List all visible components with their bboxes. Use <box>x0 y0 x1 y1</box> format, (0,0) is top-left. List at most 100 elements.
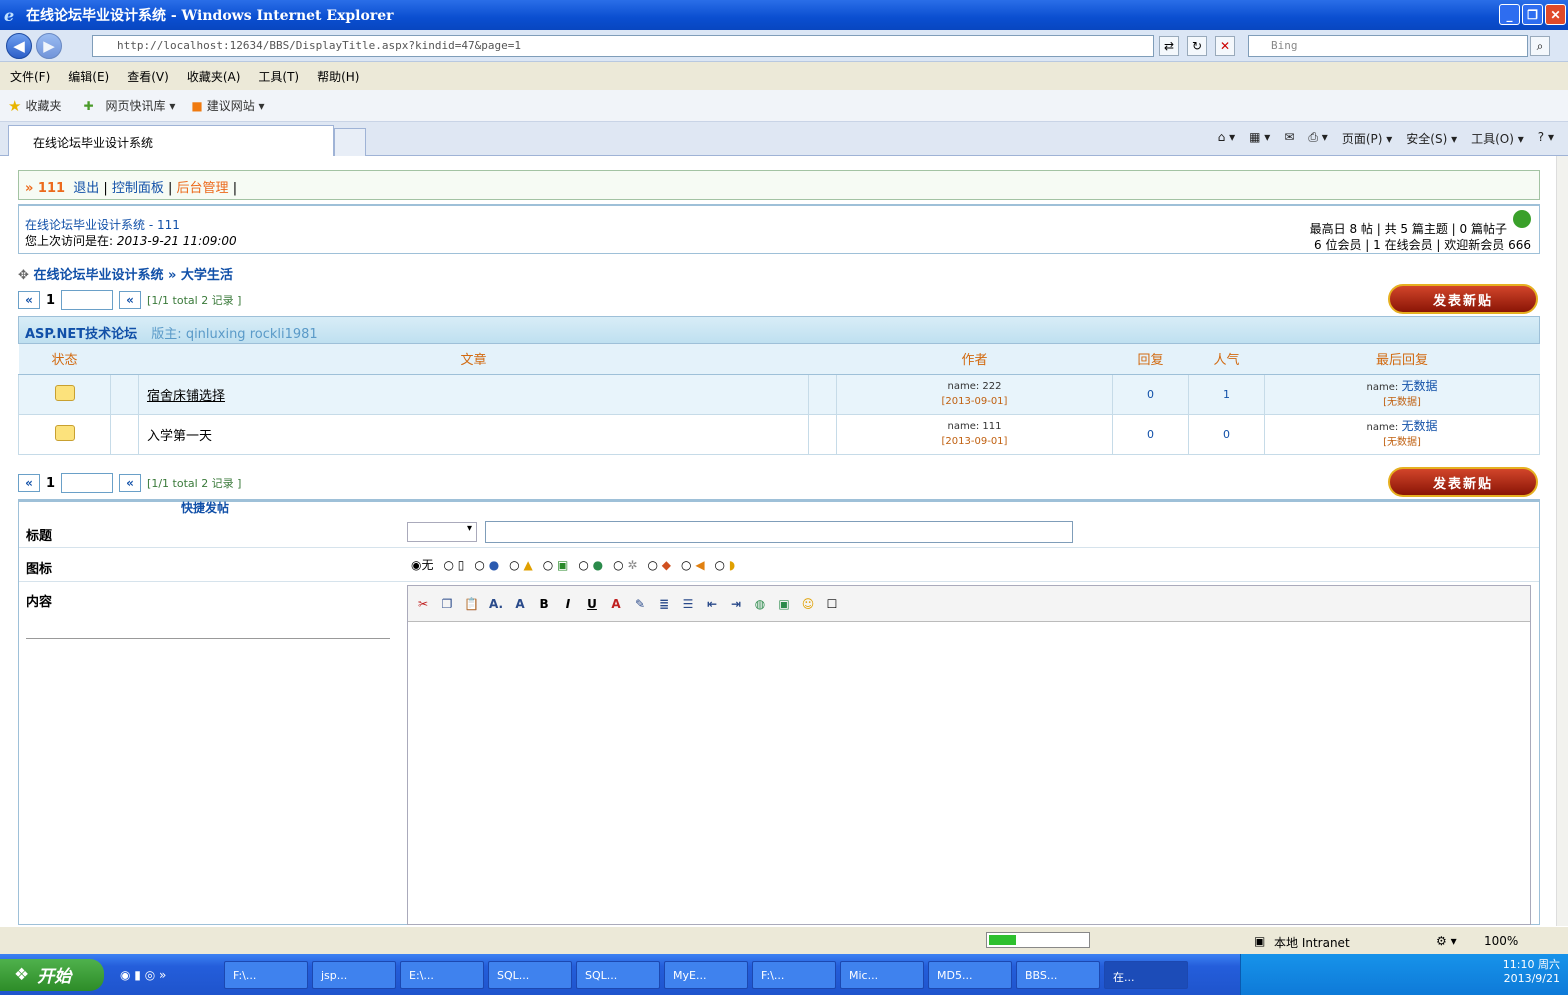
emoticon-icon[interactable]: ☺ <box>801 597 815 611</box>
minimize-button[interactable]: _ <box>1499 4 1520 25</box>
add-favorite-icon[interactable]: ✚ <box>83 99 93 113</box>
cut-icon[interactable]: ✂ <box>416 597 430 611</box>
icon-radio-question[interactable]: ○ ● <box>474 558 499 572</box>
link-icon[interactable]: ◍ <box>753 597 767 611</box>
webslice-link[interactable]: 网页快讯库 ▾ <box>106 97 176 114</box>
align-icon[interactable]: ≣ <box>657 597 671 611</box>
mods-names[interactable]: qinluxing rockli1981 <box>186 327 318 342</box>
restore-button[interactable]: ❐ <box>1522 4 1543 25</box>
print-icon[interactable]: ⎙ ▾ <box>1308 130 1327 147</box>
quick-launch[interactable]: ◉ ▮ ◎ » <box>120 968 220 982</box>
title-type-select[interactable]: ▾ <box>407 522 477 542</box>
suggested-sites-link[interactable]: 建议网站 ▾ <box>207 97 265 114</box>
image-icon[interactable]: ▣ <box>777 597 791 611</box>
underline-icon[interactable]: U <box>585 597 599 611</box>
taskbar-item-active[interactable]: 在... <box>1104 960 1188 989</box>
zoom-level[interactable]: 100% <box>1484 934 1518 948</box>
new-post-button-bottom[interactable]: 发表新贴 <box>1388 467 1538 497</box>
first-page-button[interactable]: « <box>18 291 40 309</box>
taskbar-item[interactable]: SQL... <box>576 960 660 989</box>
crumb-site[interactable]: 在线论坛毕业设计系统 <box>33 268 163 283</box>
feeds-icon[interactable]: ▦ ▾ <box>1249 130 1270 147</box>
taskbar-item[interactable]: SQL... <box>488 960 572 989</box>
font-icon[interactable]: A. <box>489 597 503 611</box>
font-color-icon[interactable]: A <box>609 597 623 611</box>
tools-menu[interactable]: 工具(O) ▾ <box>1471 130 1524 147</box>
safety-menu[interactable]: 安全(S) ▾ <box>1406 130 1457 147</box>
taskbar-item[interactable]: BBS... <box>1016 960 1100 989</box>
url-input[interactable]: http://localhost:12634/BBS/DisplayTitle.… <box>92 35 1154 57</box>
favorites-button[interactable]: 收藏夹 <box>25 97 61 114</box>
site-link[interactable]: 在线论坛毕业设计系统 - 111 <box>25 216 180 233</box>
close-window-button[interactable]: ✕ <box>1545 4 1566 25</box>
font-size-icon[interactable]: A <box>513 597 527 611</box>
taskbar-item[interactable]: Mic... <box>840 960 924 989</box>
new-post-button-top[interactable]: 发表新贴 <box>1388 284 1538 314</box>
menu-tools[interactable]: 工具(T) <box>258 68 299 85</box>
tab-active[interactable]: 在线论坛毕业设计系统 <box>8 125 334 156</box>
menu-file[interactable]: 文件(F) <box>10 68 50 85</box>
icon-radio-image[interactable]: ○ ▣ <box>543 558 569 572</box>
forward-button[interactable]: ▶ <box>36 33 62 59</box>
taskbar-item[interactable]: jsp... <box>312 960 396 989</box>
topic-replies: 0 <box>1112 373 1189 415</box>
source-icon[interactable]: ☐ <box>825 597 839 611</box>
page-scrollbar[interactable] <box>1556 156 1568 926</box>
admin-link[interactable]: 后台管理 <box>177 181 229 196</box>
crumb-section[interactable]: 大学生活 <box>181 268 233 283</box>
copy-icon[interactable]: ❐ <box>440 597 454 611</box>
menu-favorites[interactable]: 收藏夹(A) <box>187 68 241 85</box>
last-reply-link[interactable]: 无数据 <box>1401 379 1437 393</box>
icon-radio-gear[interactable]: ○ ✲ <box>613 558 637 572</box>
icon-radio-none[interactable]: ◉无 <box>411 556 434 573</box>
page-input[interactable] <box>61 290 114 310</box>
search-icon[interactable]: ⌕ <box>1530 36 1550 56</box>
help-icon[interactable]: ? ▾ <box>1538 130 1554 147</box>
search-input[interactable]: Bing <box>1248 35 1528 57</box>
page-menu[interactable]: 页面(P) ▾ <box>1342 130 1392 147</box>
menu-edit[interactable]: 编辑(E) <box>68 68 109 85</box>
paste-icon[interactable]: 📋 <box>464 597 479 611</box>
menu-help[interactable]: 帮助(H) <box>317 68 359 85</box>
logout-link[interactable]: 退出 <box>73 181 99 196</box>
icon-radio-shield[interactable]: ○ ◆ <box>647 558 671 572</box>
page-input[interactable] <box>61 473 114 493</box>
control-panel-link[interactable]: 控制面板 <box>112 181 164 196</box>
icon-radio-speaker[interactable]: ○ ◀ <box>681 558 705 572</box>
icon-radio-warning[interactable]: ○ ▲ <box>509 558 533 572</box>
prev-page-button[interactable]: « <box>119 291 142 309</box>
italic-icon[interactable]: I <box>561 597 575 611</box>
list-icon[interactable]: ☰ <box>681 597 695 611</box>
bold-icon[interactable]: B <box>537 597 551 611</box>
taskbar-item[interactable]: MD5... <box>928 960 1012 989</box>
topic-date: [2013-09-01] <box>941 436 1008 447</box>
first-page-button[interactable]: « <box>18 474 40 492</box>
start-button[interactable]: ❖ 开始 <box>0 958 104 991</box>
refresh-icon[interactable]: ↻ <box>1187 36 1207 56</box>
indent-icon[interactable]: ⇥ <box>729 597 743 611</box>
title-input[interactable] <box>485 521 1073 543</box>
topic-title[interactable]: 入学第一天 <box>147 429 212 444</box>
mail-icon[interactable]: ✉ <box>1284 130 1294 147</box>
menu-view[interactable]: 查看(V) <box>127 68 169 85</box>
taskbar-item[interactable]: E:\... <box>400 960 484 989</box>
rich-text-editor[interactable]: ✂ ❐ 📋 A. A B I U A ✎ ≣ ☰ ⇤ ⇥ ◍ ▣ ☺ ☐ <box>407 585 1531 925</box>
topic-title[interactable]: 宿舍床铺选择 <box>147 389 225 404</box>
prev-page-button[interactable]: « <box>119 474 142 492</box>
compat-icon[interactable]: ⇄ <box>1159 36 1179 56</box>
taskbar-item[interactable]: MyE... <box>664 960 748 989</box>
highlight-icon[interactable]: ✎ <box>633 597 647 611</box>
last-reply-link[interactable]: 无数据 <box>1401 419 1437 433</box>
stop-icon[interactable]: ✕ <box>1215 36 1235 56</box>
protected-mode-icon[interactable]: ⚙ ▾ <box>1436 934 1457 948</box>
icon-radio-page[interactable]: ○ ▯ <box>444 558 465 572</box>
home-icon[interactable]: ⌂ ▾ <box>1218 130 1235 147</box>
taskbar-item[interactable]: F:\... <box>224 960 308 989</box>
icon-radio-globe[interactable]: ○ ● <box>578 558 603 572</box>
last-visit-label: 您上次访问是在: <box>25 234 114 248</box>
taskbar-item[interactable]: F:\... <box>752 960 836 989</box>
icon-radio-bubble[interactable]: ○ ◗ <box>715 558 736 572</box>
outdent-icon[interactable]: ⇤ <box>705 597 719 611</box>
back-button[interactable]: ◀ <box>6 33 32 59</box>
new-tab-button[interactable] <box>334 128 366 156</box>
